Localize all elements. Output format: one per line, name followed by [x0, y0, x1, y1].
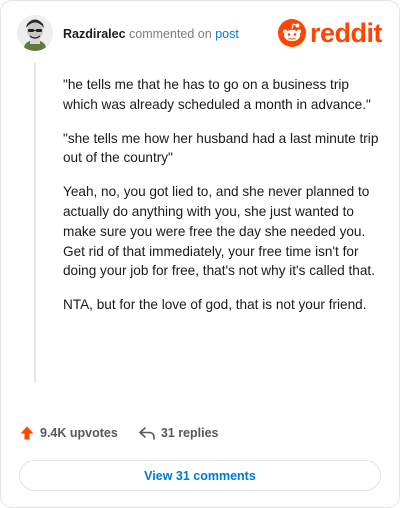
comment-paragraph: Yeah, no, you got lied to, and she never… — [63, 184, 375, 279]
comment-paragraph: NTA, but for the love of god, that is no… — [63, 297, 367, 313]
comment-body: "he tells me that he has to go on a busi… — [63, 75, 379, 329]
post-link[interactable]: post — [215, 27, 239, 41]
upvote-arrow-icon — [20, 426, 34, 440]
comment-header: Razdiralec commented on post reddit — [1, 1, 399, 65]
upvote-count: 9.4K upvotes — [40, 426, 118, 440]
comment-card: Razdiralec commented on post reddit "he … — [0, 0, 400, 508]
upvote-button[interactable]: 9.4K upvotes — [19, 425, 118, 441]
user-avatar[interactable] — [17, 15, 53, 51]
reply-arrow-icon — [139, 427, 155, 440]
thread-line — [34, 63, 36, 383]
comment-byline: Razdiralec commented on post — [63, 26, 239, 42]
comment-actions: 9.4K upvotes 31 replies — [19, 425, 219, 441]
reddit-snoo-icon — [277, 19, 306, 47]
replies-button[interactable]: 31 replies — [138, 425, 219, 441]
comment-paragraph: "she tells me how her husband had a last… — [63, 130, 379, 166]
avatar-image — [17, 15, 53, 51]
comment-paragraph: "he tells me that he has to go on a busi… — [63, 77, 371, 112]
username-link[interactable]: Razdiralec — [63, 27, 126, 41]
reply-count: 31 replies — [160, 426, 219, 440]
reddit-logo[interactable]: reddit — [277, 18, 383, 48]
reddit-wordmark: reddit — [309, 18, 383, 48]
comment-action-text: commented on — [129, 27, 212, 41]
view-comments-label: View 31 comments — [144, 468, 256, 483]
view-comments-button[interactable]: View 31 comments — [19, 460, 381, 491]
